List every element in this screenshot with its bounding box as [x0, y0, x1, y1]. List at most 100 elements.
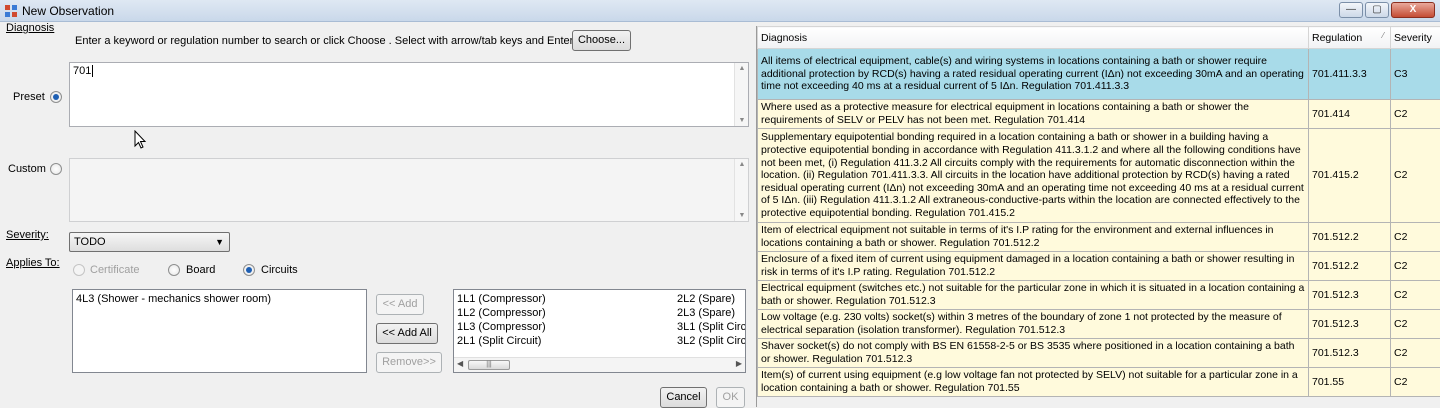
table-row[interactable]: Low voltage (e.g. 230 volts) socket(s) w… [758, 310, 1440, 339]
cell-diagnosis[interactable]: Supplementary equipotential bonding requ… [758, 129, 1309, 223]
cell-regulation[interactable]: 701.512.3 [1309, 310, 1391, 339]
diagnosis-grid[interactable]: Diagnosis Regulation ⁄ Severity All items… [756, 26, 1440, 407]
chevron-down-icon: ▼ [215, 233, 224, 251]
table-row[interactable]: Enclosure of a fixed item of current usi… [758, 252, 1440, 281]
cell-severity[interactable]: C2 [1391, 281, 1440, 310]
list-item[interactable]: 2L1 (Split Circuit) [457, 335, 541, 347]
cell-severity[interactable]: C2 [1391, 252, 1440, 281]
cell-diagnosis[interactable]: Electrical equipment (switches etc.) not… [758, 281, 1309, 310]
custom-input[interactable]: ▲ ▼ [69, 158, 749, 222]
cell-severity[interactable]: C2 [1391, 100, 1440, 129]
cell-diagnosis[interactable]: Low voltage (e.g. 230 volts) socket(s) w… [758, 310, 1309, 339]
table-row[interactable]: Item(s) of current using equipment (e.g … [758, 368, 1440, 397]
cell-severity[interactable]: C2 [1391, 129, 1440, 223]
preset-label: Preset [13, 91, 45, 103]
window-title: New Observation [22, 4, 114, 18]
choose-button[interactable]: Choose... [572, 30, 631, 51]
cell-severity[interactable]: C2 [1391, 339, 1440, 368]
app-icon [4, 4, 18, 18]
preset-input[interactable]: 701 ▲ ▼ [69, 62, 749, 127]
list-item[interactable]: 1L1 (Compressor) [457, 293, 546, 305]
cell-diagnosis[interactable]: All items of electrical equipment, cable… [758, 49, 1309, 100]
cell-regulation[interactable]: 701.415.2 [1309, 129, 1391, 223]
preset-input-value: 701 [73, 65, 91, 77]
list-item[interactable]: 3L2 (Split Circu [677, 335, 746, 347]
header-label: Regulation [1312, 32, 1362, 44]
remove-button[interactable]: Remove>> [376, 352, 442, 373]
cell-diagnosis[interactable]: Item of electrical equipment not suitabl… [758, 223, 1309, 252]
cell-regulation[interactable]: 701.512.3 [1309, 339, 1391, 368]
scroll-left-icon[interactable]: ◀ [457, 359, 463, 368]
list-item[interactable]: 2L2 (Spare) [677, 293, 735, 305]
header-label: Diagnosis [761, 32, 807, 44]
circuits-label: Circuits [261, 264, 298, 276]
severity-value: TODO [74, 236, 106, 248]
column-header-severity[interactable]: Severity [1391, 27, 1440, 49]
cell-regulation[interactable]: 701.411.3.3 [1309, 49, 1391, 100]
scroll-down-icon[interactable]: ▼ [735, 212, 749, 219]
cell-diagnosis[interactable]: Item(s) of current using equipment (e.g … [758, 368, 1309, 397]
cell-diagnosis[interactable]: Where used as a protective measure for e… [758, 100, 1309, 129]
list-item[interactable]: 4L3 (Shower - mechanics shower room) [76, 293, 271, 305]
horizontal-scrollbar[interactable]: ◀ ||| ▶ [454, 357, 745, 372]
column-header-regulation[interactable]: Regulation ⁄ [1309, 27, 1391, 49]
cell-regulation[interactable]: 701.55 [1309, 368, 1391, 397]
cell-diagnosis[interactable]: Shaver socket(s) do not comply with BS E… [758, 339, 1309, 368]
list-item[interactable]: 2L3 (Spare) [677, 307, 735, 319]
preset-scrollbar[interactable]: ▲ ▼ [734, 63, 748, 126]
close-button[interactable]: X [1391, 2, 1435, 18]
grid-body: All items of electrical equipment, cable… [758, 49, 1440, 397]
ok-button[interactable]: OK [716, 387, 745, 408]
available-circuits-list[interactable]: 1L1 (Compressor) 1L2 (Compressor) 1L3 (C… [453, 289, 746, 373]
search-instructions: Enter a keyword or regulation number to … [75, 35, 576, 47]
table-row[interactable]: Where used as a protective measure for e… [758, 100, 1440, 129]
circuits-radio[interactable] [243, 264, 255, 276]
cell-regulation[interactable]: 701.512.2 [1309, 223, 1391, 252]
list-item[interactable]: 1L3 (Compressor) [457, 321, 546, 333]
maximize-button[interactable]: ▢ [1365, 2, 1389, 18]
minimize-button[interactable]: — [1339, 2, 1363, 18]
table-row[interactable]: Item of electrical equipment not suitabl… [758, 223, 1440, 252]
cell-regulation[interactable]: 701.414 [1309, 100, 1391, 129]
scrollbar-thumb[interactable]: ||| [468, 360, 510, 370]
board-radio[interactable] [168, 264, 180, 276]
scroll-up-icon[interactable]: ▲ [735, 161, 749, 168]
table-row[interactable]: Electrical equipment (switches etc.) not… [758, 281, 1440, 310]
list-item[interactable]: 1L2 (Compressor) [457, 307, 546, 319]
selected-circuits-list[interactable]: 4L3 (Shower - mechanics shower room) [72, 289, 367, 373]
severity-label: Severity: [6, 229, 49, 241]
cell-regulation[interactable]: 701.512.3 [1309, 281, 1391, 310]
table-row[interactable]: Shaver socket(s) do not comply with BS E… [758, 339, 1440, 368]
custom-scrollbar[interactable]: ▲ ▼ [734, 159, 748, 221]
text-caret [92, 65, 93, 77]
cancel-button[interactable]: Cancel [660, 387, 707, 408]
cell-severity[interactable]: C2 [1391, 310, 1440, 339]
scroll-up-icon[interactable]: ▲ [735, 65, 749, 72]
cell-severity[interactable]: C2 [1391, 368, 1440, 397]
sort-icon: ⁄ [1383, 31, 1384, 40]
title-bar: New Observation — ▢ X [0, 0, 1440, 22]
severity-dropdown[interactable]: TODO ▼ [69, 232, 230, 252]
certificate-radio[interactable] [73, 264, 85, 276]
cell-diagnosis[interactable]: Enclosure of a fixed item of current usi… [758, 252, 1309, 281]
scroll-down-icon[interactable]: ▼ [735, 117, 749, 124]
mouse-cursor-icon [134, 130, 147, 150]
scroll-right-icon[interactable]: ▶ [736, 359, 742, 368]
table-row[interactable]: Supplementary equipotential bonding requ… [758, 129, 1440, 223]
header-label: Severity [1394, 32, 1432, 44]
custom-radio[interactable] [50, 163, 62, 175]
add-all-button[interactable]: << Add All [376, 323, 438, 344]
add-button[interactable]: << Add [376, 294, 424, 315]
cell-regulation[interactable]: 701.512.2 [1309, 252, 1391, 281]
board-label: Board [186, 264, 215, 276]
preset-radio[interactable] [50, 91, 62, 103]
cell-severity[interactable]: C3 [1391, 49, 1440, 100]
certificate-label: Certificate [90, 264, 140, 276]
column-header-diagnosis[interactable]: Diagnosis [758, 27, 1309, 49]
applies-to-label: Applies To: [6, 257, 60, 269]
diagnosis-label: Diagnosis [6, 22, 54, 34]
cell-severity[interactable]: C2 [1391, 223, 1440, 252]
table-row[interactable]: All items of electrical equipment, cable… [758, 49, 1440, 100]
list-item[interactable]: 3L1 (Split Circu [677, 321, 746, 333]
custom-label: Custom [8, 163, 46, 175]
